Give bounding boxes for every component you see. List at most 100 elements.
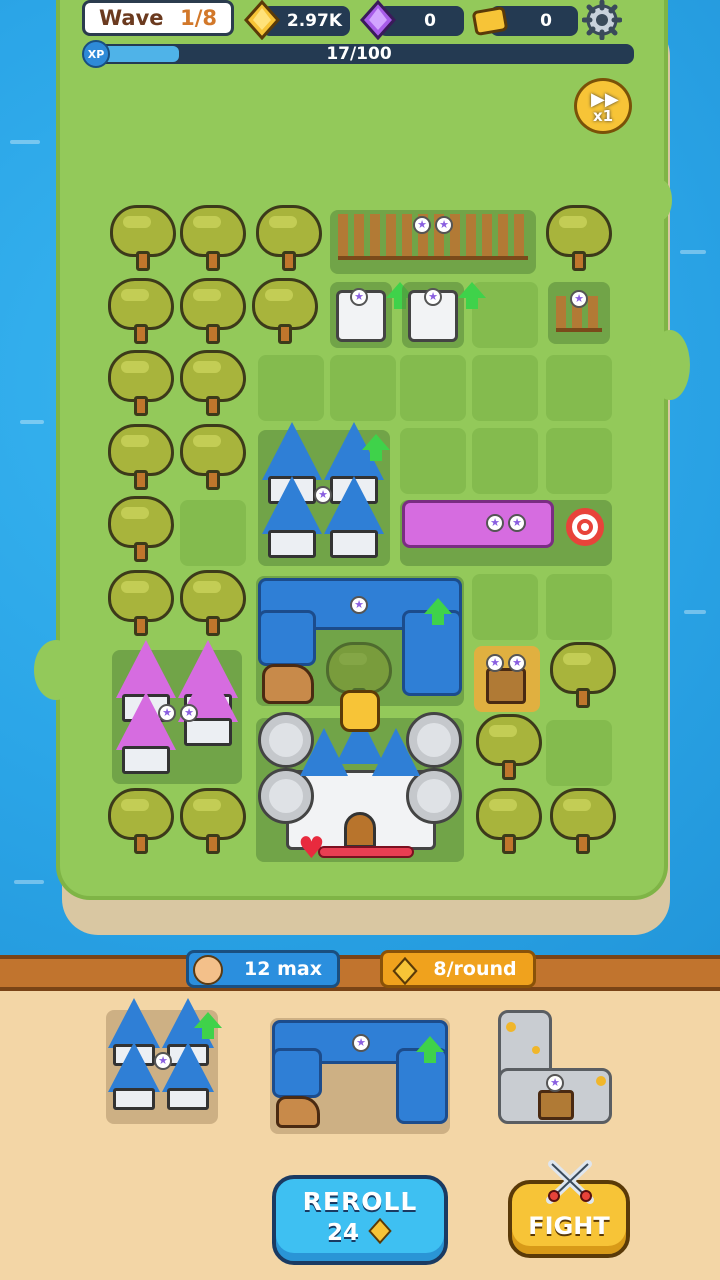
- grid-cell[interactable]: [546, 355, 612, 421]
- tree-canopy: [550, 788, 616, 840]
- tree[interactable]: [108, 205, 178, 277]
- tree[interactable]: [106, 278, 176, 350]
- tree-canopy: [256, 205, 322, 257]
- gear-icon[interactable]: [582, 0, 622, 40]
- tree[interactable]: [178, 788, 248, 860]
- tree[interactable]: [106, 570, 176, 642]
- tree[interactable]: [178, 570, 248, 642]
- tree-trunk: [206, 396, 220, 416]
- star-icon: ★: [413, 216, 431, 234]
- tree-trunk: [282, 251, 296, 271]
- star-icon: ★: [352, 1034, 370, 1052]
- star-icon: ★: [486, 654, 504, 672]
- blue-tower: [108, 1042, 160, 1126]
- reroll-button[interactable]: REROLL 24: [272, 1175, 448, 1265]
- tree-trunk: [206, 616, 220, 636]
- tree-canopy: [108, 570, 174, 622]
- tree-trunk: [278, 324, 292, 344]
- tree-canopy: [476, 788, 542, 840]
- star-icon: ★: [314, 486, 332, 504]
- tree[interactable]: [178, 424, 248, 496]
- shop-card-gold-mine[interactable]: ★: [498, 1010, 614, 1126]
- grid-cell[interactable]: [472, 428, 538, 494]
- tree-trunk: [134, 616, 148, 636]
- heart-icon: ♥: [298, 831, 325, 866]
- castle-gate: [344, 812, 376, 848]
- shop-card-blue-towers[interactable]: ★: [106, 998, 222, 1126]
- tree[interactable]: [178, 278, 248, 350]
- crossed-swords-icon: [546, 1160, 594, 1204]
- tree-trunk: [206, 834, 220, 854]
- upgrade-arrow-icon: [416, 1036, 444, 1063]
- reroll-cost-row: 24: [276, 1217, 444, 1246]
- star-icon: ★: [424, 288, 442, 306]
- tree[interactable]: [106, 424, 176, 496]
- star-icon: ★: [350, 596, 368, 614]
- tree-canopy: [180, 205, 246, 257]
- archery-target-icon: [566, 508, 604, 546]
- shop-rail: [0, 955, 720, 991]
- tree-trunk: [572, 251, 586, 271]
- gold-gem-icon: [368, 1217, 392, 1245]
- tree[interactable]: [474, 788, 544, 860]
- tree-canopy: [108, 788, 174, 840]
- tree[interactable]: [548, 642, 618, 714]
- tree-canopy: [252, 278, 318, 330]
- tree[interactable]: [250, 278, 320, 350]
- tree-canopy: [180, 788, 246, 840]
- tree[interactable]: [106, 350, 176, 422]
- tree[interactable]: [178, 205, 248, 277]
- grid-cell[interactable]: [180, 500, 246, 566]
- reroll-label: REROLL: [302, 1187, 418, 1216]
- reroll-cost: 24: [326, 1220, 359, 1246]
- tree[interactable]: [254, 205, 324, 277]
- game-speed-button[interactable]: ▶▶ x1: [574, 78, 632, 134]
- tree[interactable]: [106, 496, 176, 568]
- tree-trunk: [134, 542, 148, 562]
- blue-tower: [262, 476, 322, 560]
- grid-cell[interactable]: [546, 720, 612, 786]
- blue-stable-left: [272, 1048, 322, 1098]
- castle-blue-spire: [372, 728, 422, 812]
- tree-canopy: [180, 570, 246, 622]
- tree[interactable]: [474, 714, 544, 786]
- fight-button[interactable]: FIGHT: [508, 1160, 630, 1258]
- tree-trunk: [502, 760, 516, 780]
- tree-canopy: [180, 278, 246, 330]
- tree[interactable]: [544, 205, 614, 277]
- crown-icon: [340, 690, 380, 732]
- grid-cell[interactable]: [258, 355, 324, 421]
- star-icon: ★: [180, 704, 198, 722]
- grass-tuft: [34, 640, 78, 700]
- grid-cell[interactable]: [400, 355, 466, 421]
- grid-cell[interactable]: [472, 574, 538, 640]
- wave-label: Wave: [99, 6, 164, 30]
- wave-counter: Wave 1/8: [82, 0, 234, 36]
- grid-cell[interactable]: [546, 428, 612, 494]
- tree[interactable]: [106, 788, 176, 860]
- water-ripple: [14, 880, 44, 884]
- tree[interactable]: [178, 350, 248, 422]
- tree-trunk: [206, 470, 220, 490]
- castle-health-bar: [318, 846, 414, 858]
- income-pill: 8/round: [380, 950, 536, 988]
- grid-cell[interactable]: [546, 574, 612, 640]
- horse-icon: [262, 664, 314, 704]
- grid-cell[interactable]: [330, 355, 396, 421]
- horse-icon: [276, 1096, 320, 1128]
- tree-trunk: [134, 834, 148, 854]
- tree-canopy: [108, 496, 174, 548]
- shop-card-blue-stable[interactable]: ★: [270, 1018, 450, 1134]
- water-ripple: [684, 610, 706, 614]
- villager-icon: [193, 955, 223, 985]
- tree-canopy: [110, 205, 176, 257]
- grid-cell[interactable]: [472, 355, 538, 421]
- grid-cell[interactable]: [400, 428, 466, 494]
- tree-trunk: [576, 688, 590, 708]
- star-icon: ★: [508, 654, 526, 672]
- tree[interactable]: [548, 788, 618, 860]
- income-text: 8/round: [433, 958, 517, 980]
- upgrade-arrow-icon: [424, 598, 452, 625]
- upgrade-arrow-icon: [458, 282, 486, 309]
- pink-barracks: [402, 500, 554, 548]
